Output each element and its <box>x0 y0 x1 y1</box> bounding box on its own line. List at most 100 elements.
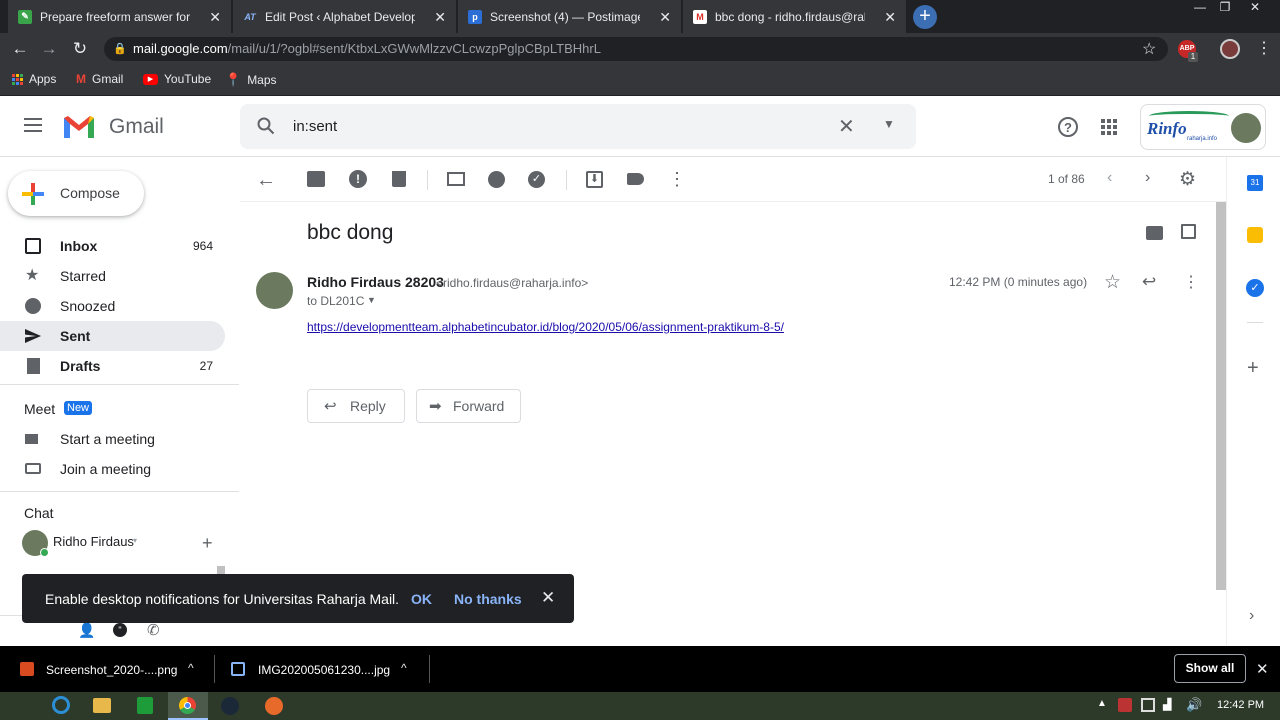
close-window-button[interactable]: ✕ <box>1242 0 1268 16</box>
search-options-icon[interactable]: ▼ <box>883 117 895 131</box>
close-tab-icon[interactable]: ✕ <box>884 9 896 26</box>
bookmark-maps[interactable]: 📍 Maps <box>225 72 277 88</box>
restore-window-button[interactable]: ❐ <box>1212 0 1238 16</box>
report-spam-icon[interactable]: ! <box>349 170 367 188</box>
more-options-icon[interactable]: ⋮ <box>668 169 686 190</box>
google-apps-icon[interactable] <box>1101 119 1117 135</box>
hangouts-icon[interactable]: " <box>113 623 127 637</box>
archive-icon[interactable] <box>307 171 325 187</box>
clear-search-icon[interactable]: ✕ <box>838 114 855 139</box>
profile-avatar[interactable] <box>1220 39 1240 59</box>
forward-arrow-icon[interactable]: → <box>38 38 60 60</box>
show-details-icon[interactable]: ▼ <box>367 295 376 305</box>
toast-close-icon[interactable]: ✕ <box>541 588 555 608</box>
download-options-chevron-icon[interactable]: ^ <box>188 661 194 675</box>
search-icon[interactable] <box>257 117 275 135</box>
browser-tab[interactable]: ✎ Prepare freeform answer for Assi ✕ <box>8 0 232 33</box>
snooze-clock-icon[interactable] <box>488 171 505 188</box>
bookmark-star-icon[interactable]: ☆ <box>1142 39 1156 59</box>
add-to-tasks-icon[interactable]: ✓ <box>528 171 545 188</box>
contacts-person-icon[interactable]: 👤 <box>78 622 95 639</box>
keep-icon[interactable] <box>1247 227 1263 243</box>
close-tab-icon[interactable]: ✕ <box>209 9 221 26</box>
network-signal-icon[interactable]: ▟ <box>1163 698 1171 711</box>
download-item[interactable]: IMG202005061230....jpg ^ <box>215 646 429 692</box>
browser-menu-icon[interactable]: ⋮ <box>1256 38 1272 58</box>
sidebar-item-sent[interactable]: Sent <box>0 321 225 351</box>
download-options-chevron-icon[interactable]: ^ <box>401 661 407 675</box>
start-meeting-item[interactable]: Start a meeting <box>0 424 225 454</box>
move-to-icon[interactable]: ⬇ <box>586 171 603 188</box>
file-explorer-icon[interactable] <box>93 698 111 713</box>
start-chat-plus-icon[interactable]: + <box>202 533 213 554</box>
compose-button[interactable]: Compose <box>8 171 144 216</box>
adblock-count-badge: 1 <box>1188 52 1198 62</box>
get-addons-plus-icon[interactable]: + <box>1247 357 1259 380</box>
content-scrollbar[interactable] <box>1216 202 1226 590</box>
sidebar-item-drafts[interactable]: Drafts 27 <box>0 351 225 381</box>
sidebar-item-inbox[interactable]: Inbox 964 <box>0 231 225 261</box>
store-icon[interactable] <box>137 697 153 714</box>
main-menu-icon[interactable] <box>24 118 42 132</box>
tray-expand-icon[interactable]: ▲ <box>1097 698 1107 709</box>
taskbar-clock[interactable]: 12:42 PM <box>1217 699 1264 711</box>
mark-unread-icon[interactable] <box>447 172 465 186</box>
chevron-down-icon[interactable]: ▾ <box>133 536 137 545</box>
sender-name[interactable]: Ridho Firdaus 28203 <box>307 274 444 290</box>
join-meeting-item[interactable]: Join a meeting <box>0 454 225 484</box>
sidebar-item-snoozed[interactable]: Snoozed <box>0 291 225 321</box>
new-tab-button[interactable]: + <box>913 5 937 29</box>
account-switcher[interactable]: Rinfo raharja.info <box>1140 104 1266 150</box>
open-new-window-icon[interactable] <box>1181 224 1196 239</box>
chat-user-name[interactable]: Ridho Firdaus <box>53 534 134 549</box>
back-arrow-icon[interactable]: ← <box>9 38 31 60</box>
browser-tab-active[interactable]: M bbc dong - ridho.firdaus@raharja ✕ <box>683 0 907 33</box>
app-icon[interactable] <box>265 697 283 715</box>
bookmark-apps[interactable]: Apps <box>12 72 56 86</box>
tray-app-icon[interactable] <box>1118 698 1132 712</box>
older-chevron-icon[interactable]: › <box>1145 169 1150 187</box>
back-to-sent-icon[interactable]: ← <box>256 169 276 192</box>
steam-icon[interactable] <box>221 697 239 715</box>
toast-no-thanks-button[interactable]: No thanks <box>454 591 522 607</box>
print-icon[interactable] <box>1146 226 1163 240</box>
volume-icon[interactable]: 🔊 <box>1186 697 1202 713</box>
tasks-icon[interactable]: ✓ <box>1246 279 1264 297</box>
settings-gear-icon[interactable]: ⚙ <box>1179 168 1196 191</box>
phone-icon[interactable]: ✆ <box>147 621 160 639</box>
address-bar[interactable]: 🔒 mail.google.com/mail/u/1/?ogbl#sent/Kt… <box>104 37 1168 61</box>
sender-avatar[interactable] <box>256 272 293 309</box>
reply-button[interactable]: ↩ Reply <box>307 389 405 423</box>
close-downloads-icon[interactable]: ✕ <box>1256 660 1269 678</box>
sidebar-item-starred[interactable]: ★ Starred <box>0 261 225 291</box>
toast-ok-button[interactable]: OK <box>411 591 432 607</box>
close-tab-icon[interactable]: ✕ <box>434 9 446 26</box>
label-icon[interactable] <box>627 173 644 185</box>
bookmark-gmail[interactable]: M Gmail <box>76 72 123 86</box>
reply-arrow-icon[interactable]: ↩ <box>1142 272 1156 292</box>
body-link[interactable]: https://developmentteam.alphabetincubato… <box>307 320 784 334</box>
image-file-icon <box>20 662 34 676</box>
help-icon[interactable]: ? <box>1058 117 1078 137</box>
internet-explorer-icon[interactable] <box>52 696 70 714</box>
downloads-bar: Screenshot_2020-....png ^ IMG20200506123… <box>0 646 1280 692</box>
reload-icon[interactable]: ↻ <box>69 38 91 60</box>
delete-trash-icon[interactable] <box>392 171 406 187</box>
close-tab-icon[interactable]: ✕ <box>659 9 671 26</box>
browser-tab[interactable]: AT Edit Post ‹ Alphabet Developmen ✕ <box>233 0 457 33</box>
chrome-taskbar-button[interactable] <box>168 692 208 720</box>
search-input[interactable]: in:sent <box>293 118 337 135</box>
show-all-downloads-button[interactable]: Show all <box>1174 654 1246 683</box>
tray-app-icon[interactable] <box>1141 698 1155 712</box>
download-item[interactable]: Screenshot_2020-....png ^ <box>0 646 214 692</box>
search-bar[interactable]: in:sent ✕ ▼ <box>240 104 916 149</box>
message-more-icon[interactable]: ⋮ <box>1183 272 1199 292</box>
expand-panel-chevron-icon[interactable]: › <box>1249 607 1254 625</box>
newer-chevron-icon[interactable]: ‹ <box>1107 169 1112 187</box>
minimize-window-button[interactable]: — <box>1187 0 1213 16</box>
bookmark-youtube[interactable]: ▶ YouTube <box>143 72 211 86</box>
forward-button[interactable]: ➡ Forward <box>416 389 521 423</box>
calendar-icon[interactable]: 31 <box>1247 175 1263 191</box>
star-message-icon[interactable]: ☆ <box>1104 271 1121 294</box>
browser-tab[interactable]: p Screenshot (4) — Postimage.org ✕ <box>458 0 682 33</box>
